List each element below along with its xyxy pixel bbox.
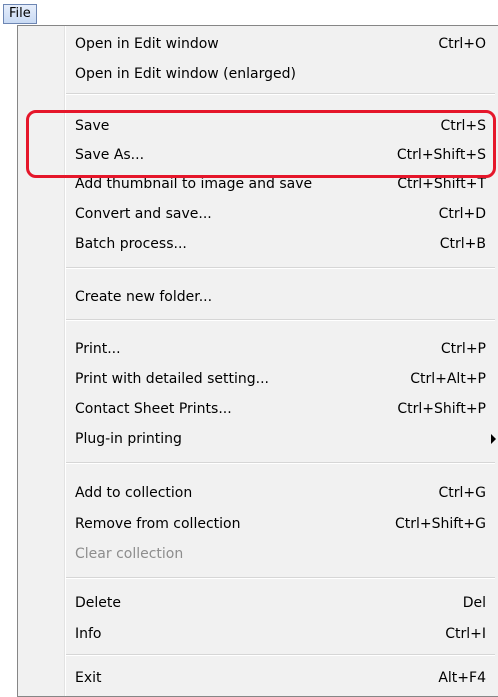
menu-item-print-detailed[interactable]: Print with detailed setting... Ctrl+Alt+…: [75, 365, 486, 393]
menu-item-contact-sheet-prints[interactable]: Contact Sheet Prints... Ctrl+Shift+P: [75, 395, 486, 423]
menu-item-label: Print...: [75, 341, 121, 357]
menu-separator: [66, 93, 495, 95]
menu-item-delete[interactable]: Delete Del: [75, 589, 486, 617]
menu-item-batch-process[interactable]: Batch process... Ctrl+B: [75, 230, 486, 258]
menu-item-label: Open in Edit window: [75, 36, 219, 52]
menu-item-label: Create new folder...: [75, 289, 213, 305]
menu-item-shortcut: Ctrl+B: [439, 236, 486, 252]
menu-item-shortcut: Alt+F4: [438, 670, 486, 686]
menu-item-shortcut: Ctrl+O: [438, 36, 486, 52]
menu-separator: [66, 319, 495, 321]
menu-item-label: Print with detailed setting...: [75, 371, 269, 387]
menu-item-shortcut: Ctrl+Shift+P: [397, 401, 486, 417]
menu-item-add-to-collection[interactable]: Add to collection Ctrl+G: [75, 479, 486, 507]
menu-item-convert-and-save[interactable]: Convert and save... Ctrl+D: [75, 200, 486, 228]
menu-item-label: Exit: [75, 670, 102, 686]
menu-item-label: Delete: [75, 595, 121, 611]
menu-item-create-new-folder[interactable]: Create new folder...: [75, 283, 486, 311]
menu-item-label: Clear collection: [75, 546, 184, 562]
menu-item-plug-in-printing[interactable]: Plug-in printing: [75, 425, 496, 453]
menu-item-label: Info: [75, 626, 102, 642]
menu-item-shortcut: Ctrl+G: [438, 485, 487, 501]
menu-item-label: Batch process...: [75, 236, 187, 252]
save-items-highlight: [26, 110, 496, 178]
menu-item-open-in-edit-window-enlarged[interactable]: Open in Edit window (enlarged): [75, 60, 486, 88]
menu-item-label: Remove from collection: [75, 516, 241, 532]
menu-separator: [66, 462, 495, 464]
menu-item-label: Convert and save...: [75, 206, 212, 222]
menu-item-shortcut: Ctrl+Alt+P: [410, 371, 486, 387]
menu-separator: [66, 654, 495, 656]
menu-item-clear-collection: Clear collection: [75, 540, 486, 568]
menu-item-shortcut: Ctrl+I: [445, 626, 486, 642]
menu-item-remove-from-collection[interactable]: Remove from collection Ctrl+Shift+G: [75, 510, 486, 538]
menu-item-label: Add to collection: [75, 485, 193, 501]
menu-separator: [66, 267, 495, 269]
menu-item-print[interactable]: Print... Ctrl+P: [75, 335, 486, 363]
menu-item-open-in-edit-window[interactable]: Open in Edit window Ctrl+O: [75, 30, 486, 58]
menu-item-info[interactable]: Info Ctrl+I: [75, 620, 486, 648]
menu-item-label: Open in Edit window (enlarged): [75, 66, 296, 82]
menu-item-shortcut: Ctrl+P: [440, 341, 486, 357]
menu-item-exit[interactable]: Exit Alt+F4: [75, 664, 486, 692]
menu-item-shortcut: Ctrl+D: [438, 206, 486, 222]
menu-separator: [66, 577, 495, 579]
file-menu-tab[interactable]: File: [3, 4, 37, 24]
menu-item-label: Plug-in printing: [75, 431, 182, 447]
menu-item-label: Contact Sheet Prints...: [75, 401, 232, 417]
menu-item-shortcut: Ctrl+Shift+G: [394, 516, 486, 532]
submenu-arrow-icon: [491, 434, 496, 444]
menu-item-shortcut: Del: [462, 595, 486, 611]
